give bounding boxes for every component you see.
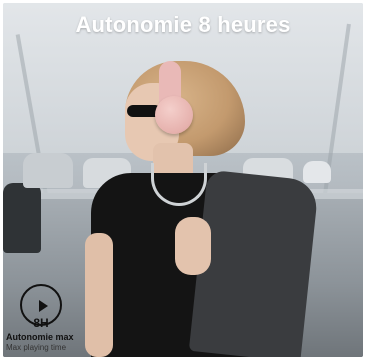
model-arm	[85, 233, 113, 357]
model-hand	[175, 217, 211, 275]
play-icon	[39, 300, 48, 312]
headphones-earcup	[155, 96, 193, 134]
badge-label: Autonomie max	[6, 332, 74, 342]
background-car	[303, 161, 331, 183]
badge-value: 8H	[33, 316, 49, 330]
background-car	[23, 153, 73, 188]
battery-life-badge: 8H Autonomie max Max playing time	[6, 284, 86, 356]
hero-title: Autonomie 8 heures	[75, 12, 291, 37]
badge-sublabel: Max playing time	[6, 343, 67, 352]
background-car	[3, 183, 41, 253]
